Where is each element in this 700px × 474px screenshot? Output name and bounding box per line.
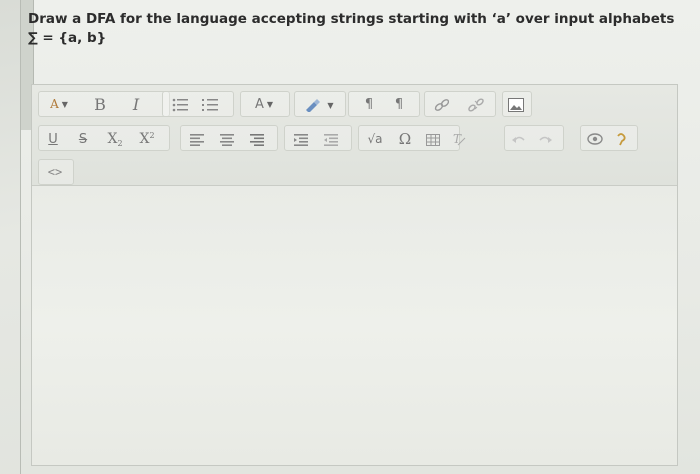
speech-icon xyxy=(617,133,626,146)
align-right-icon xyxy=(250,134,264,146)
unlink-button[interactable] xyxy=(464,94,488,116)
italic-label: I xyxy=(132,94,140,114)
underline-label: U xyxy=(48,131,58,147)
outdent-button[interactable] xyxy=(290,129,312,151)
toolbar-row-2: U S X2 X2 √a Ω T xyxy=(32,125,677,155)
clear-formatting-button[interactable]: T xyxy=(448,128,470,150)
align-right-button[interactable] xyxy=(246,129,268,151)
subscript-mark-icon: 2 xyxy=(117,138,123,148)
accessibility-icon xyxy=(587,133,603,145)
outdent-icon xyxy=(294,134,308,146)
redo-button[interactable] xyxy=(534,129,556,151)
strikethrough-label: S xyxy=(78,131,88,147)
font-color-button[interactable]: A ▼ xyxy=(244,93,284,115)
table-icon xyxy=(426,134,440,146)
superscript-button[interactable]: X2 xyxy=(136,128,158,150)
editor-content-area[interactable] xyxy=(32,186,677,465)
code-icon: <> xyxy=(47,165,63,179)
font-color-label: A xyxy=(254,96,264,112)
chevron-down-icon: ▼ xyxy=(266,99,274,109)
redo-icon xyxy=(539,136,552,143)
table-button[interactable] xyxy=(422,129,444,151)
align-left-icon xyxy=(190,134,204,146)
toolbar-row-3: <> xyxy=(32,159,677,189)
undo-icon xyxy=(512,136,525,143)
editor-toolbar: A ▼ B I A ▼ ▼ ¶ ¶ U S X 2 X 2 √a Ω T <> xyxy=(32,85,677,186)
html-source-button[interactable]: <> xyxy=(42,161,68,183)
accessibility-checker-button[interactable] xyxy=(584,128,606,150)
svg-text:T: T xyxy=(453,132,462,146)
align-left-button[interactable] xyxy=(186,129,208,151)
highlight-button[interactable]: ▼ xyxy=(298,94,340,116)
undo-button[interactable] xyxy=(508,129,530,151)
question-text: Draw a DFA for the language accepting st… xyxy=(28,11,675,46)
insert-image-button[interactable] xyxy=(506,94,526,116)
paragraph-style-icon: A xyxy=(50,97,59,111)
link-icon xyxy=(434,99,450,111)
align-center-icon xyxy=(220,134,234,146)
numbered-list-icon xyxy=(202,99,218,111)
special-char-button[interactable]: Ω xyxy=(394,128,416,150)
highlight-pen-icon xyxy=(306,99,321,112)
bullet-list-icon xyxy=(172,98,188,112)
underline-button[interactable]: U xyxy=(44,128,62,150)
image-icon xyxy=(508,98,524,112)
bold-button[interactable]: B xyxy=(90,93,110,115)
align-center-button[interactable] xyxy=(216,129,238,151)
chevron-down-icon: ▼ xyxy=(327,100,334,110)
link-button[interactable] xyxy=(430,94,454,116)
ltr-pilcrow-icon: ¶ xyxy=(364,96,374,112)
ltr-button[interactable]: ¶ xyxy=(356,93,382,115)
superscript-mark-icon: 2 xyxy=(149,130,155,140)
bold-label: B xyxy=(94,94,106,114)
subscript-button[interactable]: X2 xyxy=(104,128,126,150)
superscript-label: X xyxy=(139,131,150,147)
screenreader-helper-button[interactable] xyxy=(610,128,632,150)
unlink-icon xyxy=(468,98,484,112)
chevron-down-icon: ▼ xyxy=(61,99,68,109)
italic-button[interactable]: I xyxy=(126,93,146,115)
paragraph-style-button[interactable]: A ▼ xyxy=(42,93,76,115)
subscript-label: X xyxy=(107,131,118,147)
omega-icon: Ω xyxy=(398,130,412,148)
clear-formatting-icon: T xyxy=(453,132,466,146)
indent-button[interactable] xyxy=(320,129,342,151)
indent-icon xyxy=(324,134,338,146)
rtl-button[interactable]: ¶ xyxy=(386,93,412,115)
numbered-list-button[interactable] xyxy=(200,94,220,116)
bullet-list-button[interactable] xyxy=(170,94,190,116)
sqrt-icon: √a xyxy=(367,132,383,146)
rtl-pilcrow-icon: ¶ xyxy=(394,96,404,112)
equation-button[interactable]: √a xyxy=(362,128,388,150)
strikethrough-button[interactable]: S xyxy=(74,128,92,150)
rich-text-editor[interactable]: A ▼ B I A ▼ ▼ ¶ ¶ U S X 2 X 2 √a Ω T <> xyxy=(31,84,678,466)
toolbar-row-1: A ▼ B I A ▼ ▼ ¶ ¶ xyxy=(32,91,677,121)
